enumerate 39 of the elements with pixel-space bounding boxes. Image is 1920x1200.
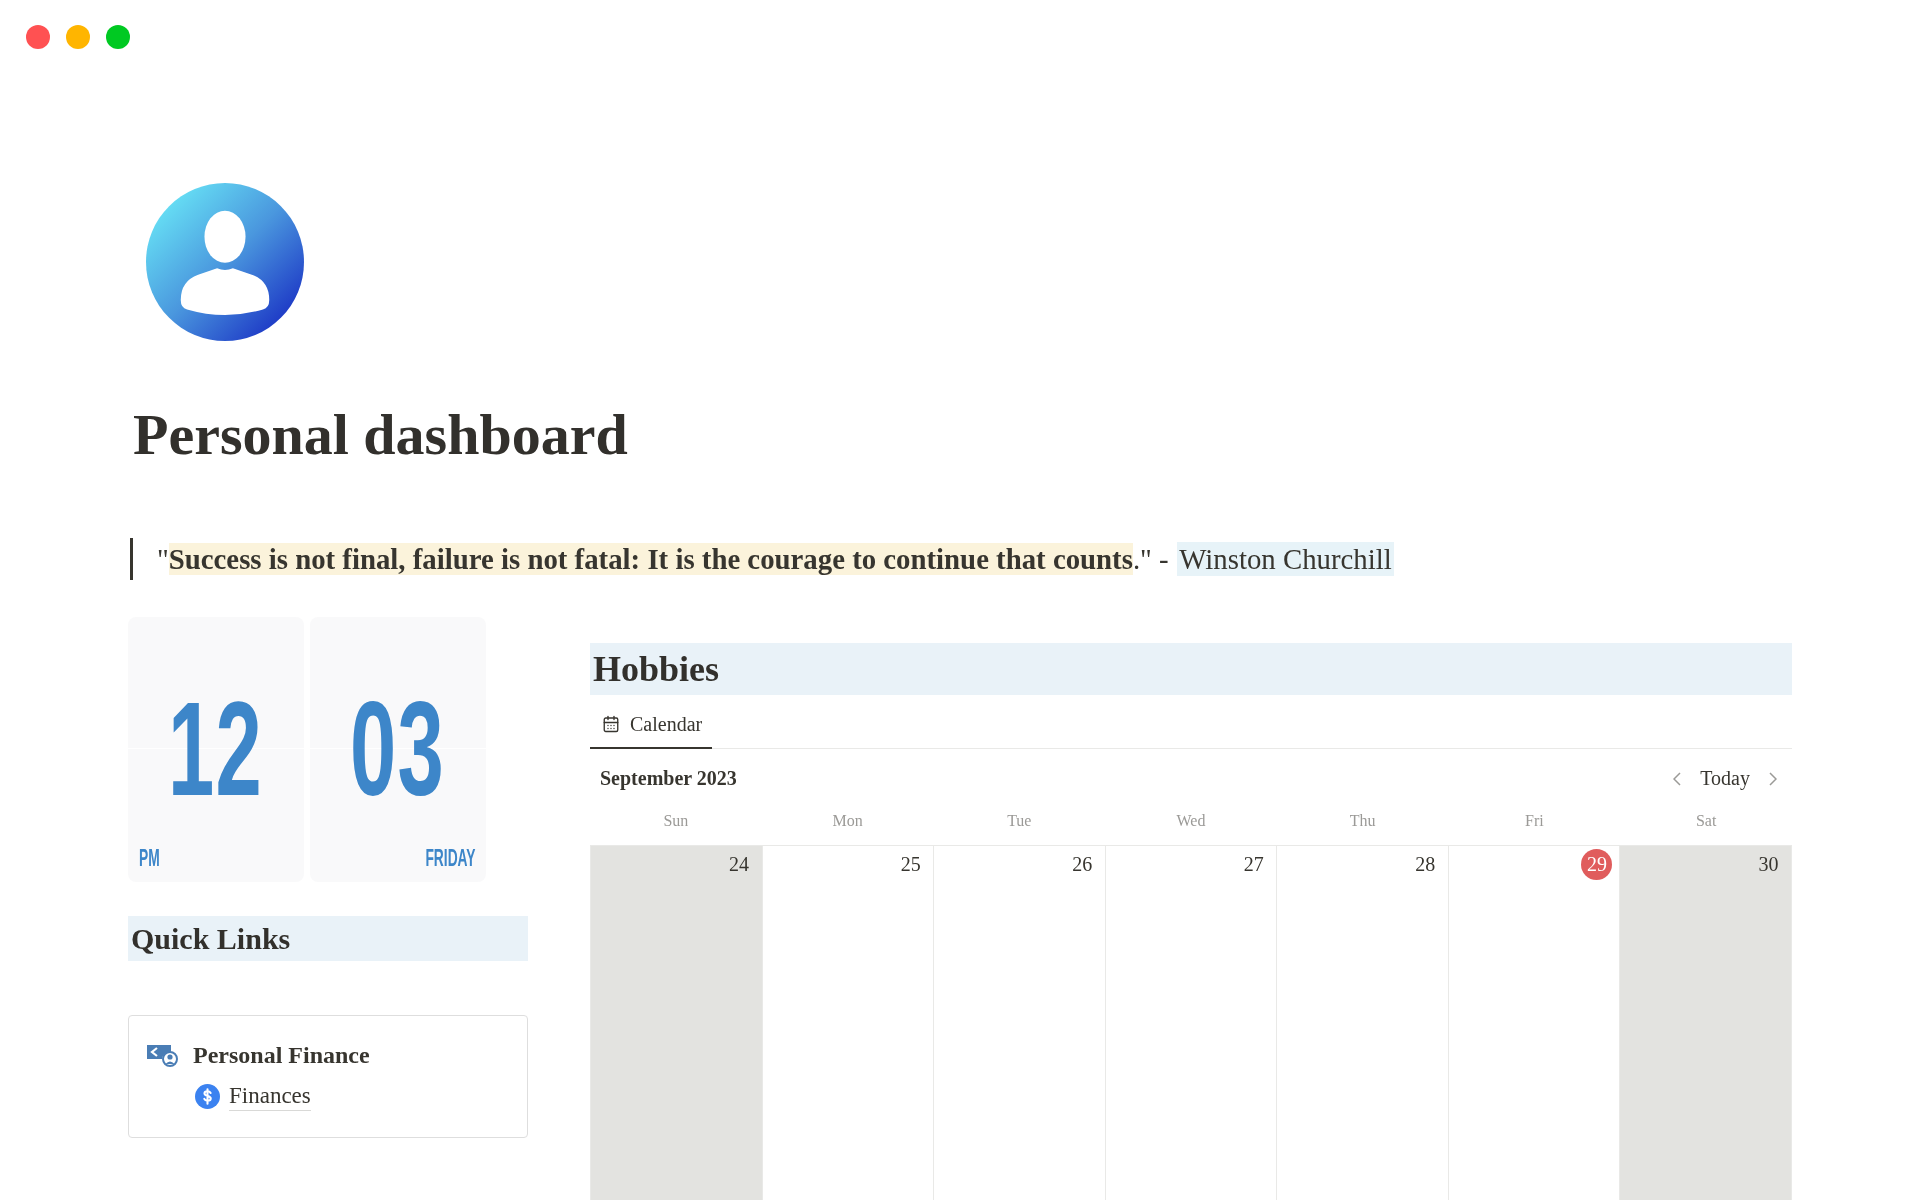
clock-label: PM [139,845,160,870]
card-title: Personal Finance [193,1040,370,1070]
person-icon [146,183,304,341]
clock-label: FRIDAY [424,845,475,870]
day-number: 27 [1242,851,1265,877]
today-button[interactable]: Today [1696,765,1754,793]
weekday-label: Tue [1007,811,1032,830]
minimize-button[interactable] [66,25,90,49]
page-link[interactable]: Finances [229,1081,311,1111]
day-number: 25 [899,851,922,877]
calendar-cell[interactable]: 30 [1620,845,1792,1200]
weekday-label: Sun [663,811,689,830]
quote-text: "Success is not final, failure is not fatal: It is the courage to continue that counts." - [157,541,1169,576]
weekday-label: Sat [1695,811,1717,830]
weekday-label: Mon [832,811,863,830]
section-heading: Hobbies [590,642,1792,695]
chevron-left-icon [1673,771,1682,786]
zoom-button[interactable] [106,25,130,49]
weekday-label: Fri [1525,811,1544,830]
day-number: 24 [728,851,751,877]
weekday-label: Wed [1176,811,1206,830]
day-number: 29 [1581,848,1613,880]
day-number: 26 [1071,851,1094,877]
month-title: September 2023 [600,767,737,791]
page-title: Personal dashboard [133,401,628,469]
weekday-label: Thu [1349,811,1376,830]
calendar-icon [602,714,620,733]
chevron-right-icon [1769,771,1777,786]
quote-author: Winston Churchill [1177,541,1394,576]
calendar-cell[interactable]: 24 [591,845,763,1200]
dollar-coin-icon [195,1083,220,1109]
day-number: 30 [1757,851,1780,877]
close-button[interactable] [26,25,50,49]
money-icon [147,1042,179,1067]
day-number: 28 [1414,851,1437,877]
view-tab[interactable]: Calendar [590,694,713,749]
clock-digits: 03 [350,699,446,800]
clock-digits: 12 [168,699,264,800]
section-heading: Quick Links [128,915,528,961]
